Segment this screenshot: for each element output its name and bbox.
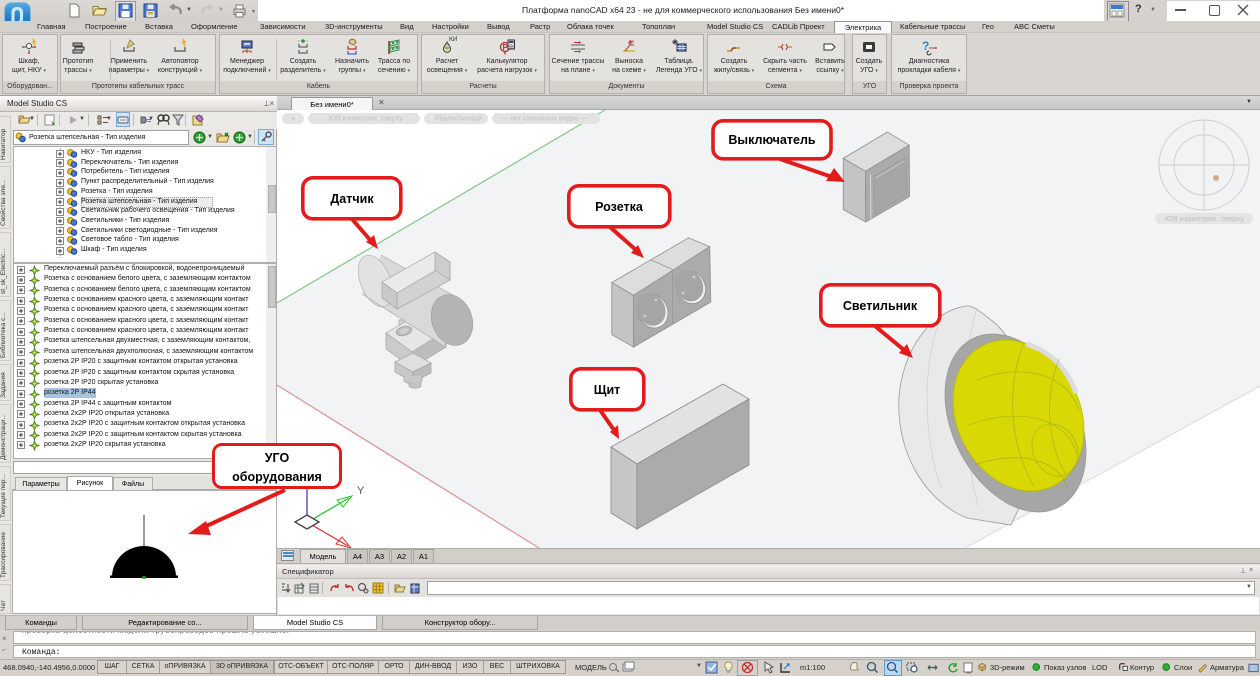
- svg-text:Выключатель: Выключатель: [728, 133, 815, 147]
- svg-text:Аб: Аб: [629, 39, 635, 44]
- svg-text:+: +: [291, 116, 295, 123]
- svg-text:Розетка: Розетка: [595, 200, 644, 214]
- svg-text:Y: Y: [357, 485, 365, 497]
- svg-text:ЮВ изометрия, сверху: ЮВ изометрия, сверху: [329, 116, 403, 123]
- svg-text:Светильник: Светильник: [843, 299, 918, 313]
- svg-text:Датчик: Датчик: [330, 192, 374, 206]
- svg-text:Реалистичный: Реалистичный: [435, 115, 482, 123]
- svg-text:Щит: Щит: [594, 383, 621, 397]
- svg-text:— нет связанных видов —: — нет связанных видов —: [501, 116, 587, 123]
- svg-text:ЮВ изометрия, сверху: ЮВ изометрия, сверху: [1165, 214, 1244, 223]
